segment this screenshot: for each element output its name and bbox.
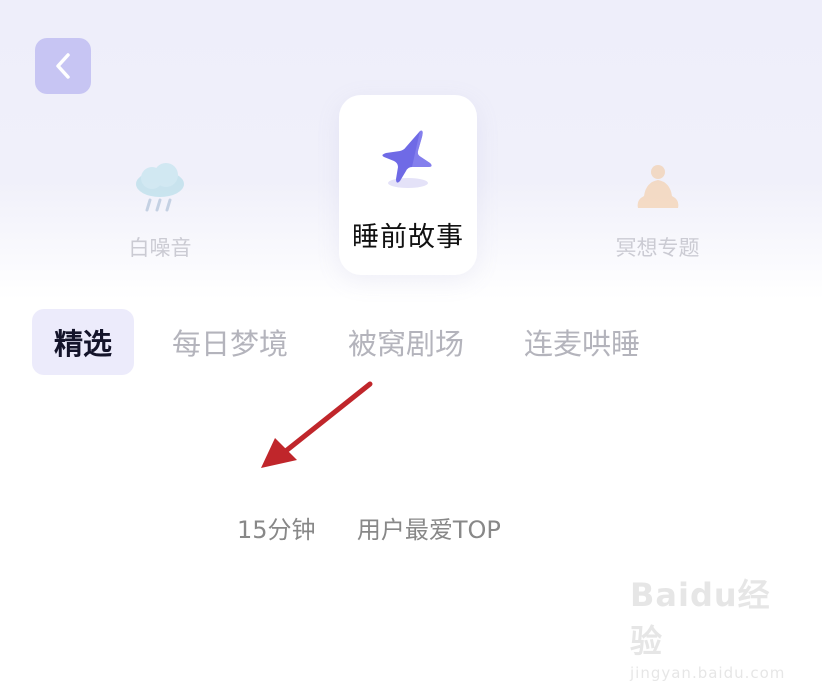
tab-blanket-theater[interactable]: 被窝剧场 — [348, 321, 464, 363]
duration-text: 15分钟 — [237, 516, 316, 544]
category-label: 冥想专题 — [615, 236, 700, 260]
watermark-url: jingyan.baidu.com — [630, 664, 786, 682]
tag-text: 用户最爱TOP — [356, 516, 501, 544]
tab-voice-lullaby[interactable]: 连麦哄睡 — [524, 321, 640, 363]
meditation-icon — [637, 165, 678, 208]
story-meta: 15分钟 用户最爱TOP — [237, 510, 501, 545]
baidu-watermark: Baidu经验 jingyan.baidu.com — [630, 570, 790, 682]
star-icon — [382, 130, 432, 188]
sub-tabs: 精选 每日梦境 被窝剧场 连麦哄睡 — [32, 309, 700, 375]
annotation-arrow — [261, 381, 373, 468]
rain-cloud-icon — [136, 163, 184, 212]
chevron-left-icon — [56, 53, 70, 79]
category-label: 睡前故事 — [352, 222, 464, 253]
back-button[interactable] — [35, 38, 91, 94]
tab-featured[interactable]: 精选 — [32, 309, 135, 375]
category-meditation[interactable]: 冥想专题 — [600, 160, 715, 262]
tab-daily-dreams[interactable]: 每日梦境 — [172, 321, 288, 363]
category-label: 白噪音 — [128, 236, 192, 260]
category-white-noise[interactable]: 白噪音 — [110, 160, 210, 262]
category-bedtime-stories[interactable]: 睡前故事 — [339, 95, 477, 275]
watermark-logo: Baidu经验 — [630, 576, 771, 660]
